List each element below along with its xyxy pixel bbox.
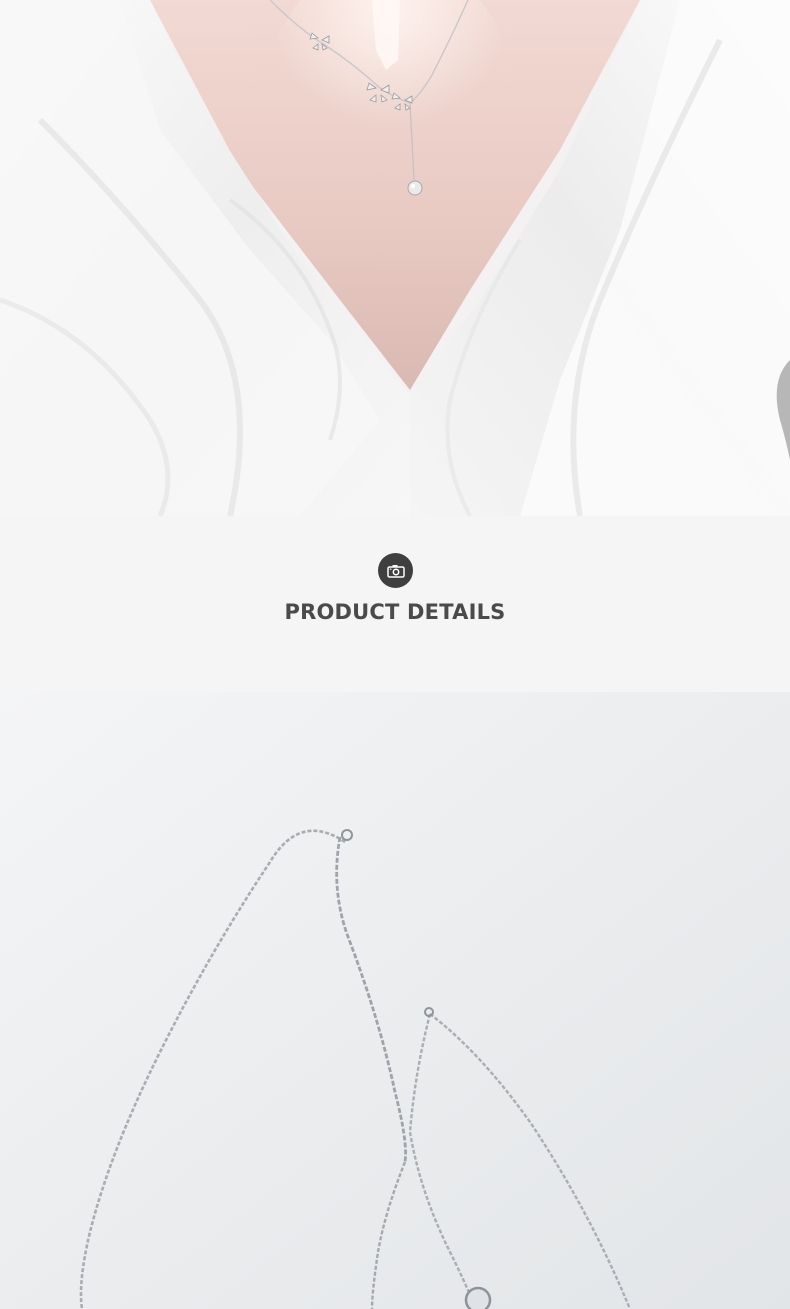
model-wearing-necklace-photo <box>0 0 790 516</box>
necklace-flatlay-photo <box>0 692 790 1309</box>
camera-icon <box>378 553 413 588</box>
product-details-header: PRODUCT DETAILS <box>0 516 790 692</box>
product-detail-page: PRODUCT DETAILS <box>0 0 790 1309</box>
section-title: PRODUCT DETAILS <box>284 600 506 624</box>
